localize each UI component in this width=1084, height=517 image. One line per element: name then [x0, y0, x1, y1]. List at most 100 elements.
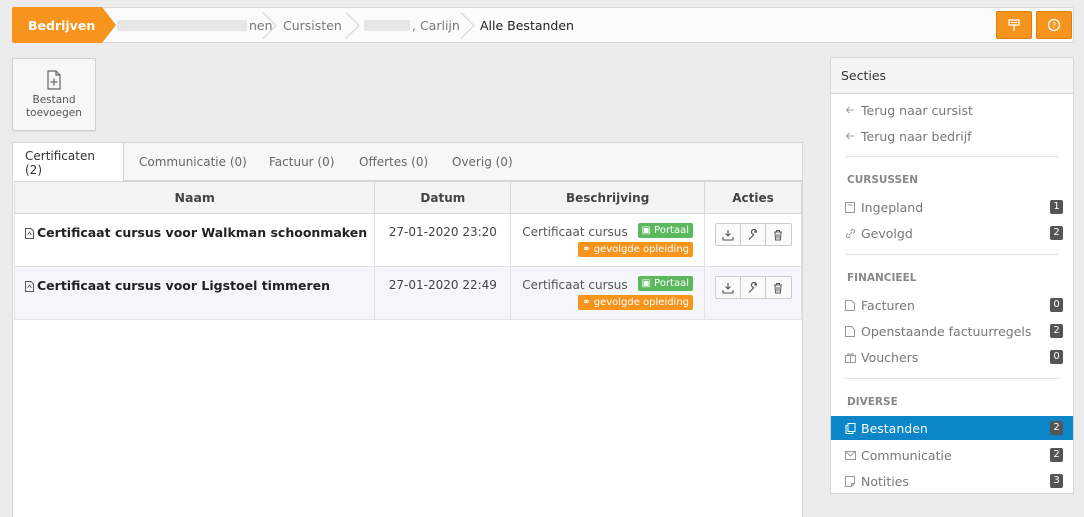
arrow-left-icon — [845, 105, 859, 115]
sidebar-item-label: Bestanden — [861, 420, 928, 436]
breadcrumb-bedrijven[interactable]: Bedrijven — [12, 7, 116, 43]
trash-icon — [774, 229, 782, 240]
copy-files-icon — [845, 422, 859, 434]
pdf-file-icon — [25, 280, 34, 295]
download-icon — [721, 282, 734, 294]
sidebar-item-label: Communicatie — [861, 447, 952, 463]
tab-bar: Certificaten (2) Communicatie (0) Factuu… — [13, 143, 802, 182]
followed-course-badge-label: gevolgde opleiding — [593, 297, 690, 308]
count-badge: 2 — [1050, 226, 1063, 240]
sidebar-item-facturen[interactable]: Facturen 0 — [831, 293, 1073, 317]
actions-cell — [704, 213, 802, 267]
help-icon: ? — [1047, 18, 1061, 32]
sidebar-item-label: Facturen — [861, 297, 915, 313]
svg-text:?: ? — [1052, 21, 1056, 30]
divider — [845, 156, 1059, 157]
files-panel: Certificaten (2) Communicatie (0) Factuu… — [12, 142, 803, 517]
tab-overig[interactable]: Overig (0) — [440, 143, 525, 181]
followed-course-badge[interactable]: ⚭ gevolgde opleiding — [578, 242, 694, 257]
file-description-cell: Certificaat cursus ▣ Portaal ⚭ gevolgde … — [510, 213, 706, 267]
file-plus-icon — [13, 70, 95, 90]
tab-certificaten[interactable]: Certificaten (2) — [13, 143, 124, 182]
sidebar-item-ingepland[interactable]: Ingepland 1 — [831, 195, 1073, 219]
sidebar-item-bestanden[interactable]: Bestanden 2 — [831, 416, 1073, 440]
portal-badge: ▣ Portaal — [637, 276, 694, 291]
arrow-left-icon — [845, 131, 859, 141]
signpost-button[interactable] — [996, 11, 1032, 39]
document-icon — [845, 325, 859, 337]
breadcrumb-company[interactable]: nen — [117, 8, 273, 42]
sidebar-item-label: Gevolgd — [861, 225, 913, 241]
divider — [845, 254, 1059, 255]
count-badge: 2 — [1050, 324, 1063, 338]
file-name-cell[interactable]: Certificaat cursus voor Ligstoel timmere… — [13, 266, 376, 320]
file-date: 27-01-2020 23:20 — [374, 213, 512, 267]
tab-factuur[interactable]: Factuur (0) — [257, 143, 346, 181]
sidebar-link-label: Terug naar bedrijf — [861, 128, 972, 144]
sidebar-item-label: Vouchers — [861, 349, 919, 365]
download-icon — [721, 229, 734, 241]
redacted-text — [117, 19, 247, 31]
add-file-button[interactable]: Bestand toevoegen — [12, 58, 96, 131]
sidebar-item-notities[interactable]: Notities 3 — [831, 469, 1073, 493]
pdf-file-icon — [25, 227, 34, 242]
edit-button[interactable] — [741, 277, 766, 298]
breadcrumb-separator — [263, 8, 281, 42]
document-icon — [845, 299, 859, 311]
breadcrumb-cursisten[interactable]: Cursisten — [283, 8, 342, 42]
column-header-datum[interactable]: Datum — [374, 181, 512, 214]
redacted-text — [364, 19, 410, 31]
count-badge: 2 — [1050, 421, 1063, 435]
section-heading-diverse: DIVERSE — [847, 396, 898, 408]
count-badge: 3 — [1050, 474, 1063, 488]
divider — [845, 378, 1059, 379]
download-button[interactable] — [716, 277, 741, 298]
sidebar-link-back-company[interactable]: Terug naar bedrijf — [831, 124, 1073, 148]
file-name[interactable]: Certificaat cursus voor Ligstoel timmere… — [37, 278, 330, 293]
breadcrumb-student[interactable]: , Carlijn — [364, 8, 460, 42]
sidebar-item-communicatie[interactable]: Communicatie 2 — [831, 443, 1073, 467]
count-badge: 0 — [1050, 298, 1063, 312]
column-header-acties: Acties — [704, 181, 802, 214]
file-name[interactable]: Certificaat cursus voor Walkman schoonma… — [37, 225, 367, 240]
column-header-naam[interactable]: Naam — [13, 181, 376, 214]
table-header-row: Naam Datum Beschrijving Acties — [13, 181, 802, 214]
add-file-label-line1: Bestand — [32, 94, 76, 106]
delete-button[interactable] — [766, 277, 791, 298]
breadcrumb-student-label: , Carlijn — [412, 17, 460, 33]
sidebar-item-openstaande-factuurregels[interactable]: Openstaande factuurregels 2 — [831, 319, 1073, 343]
file-description: Certificaat cursus — [522, 225, 628, 239]
signpost-icon — [1008, 19, 1020, 31]
add-file-label-line2: toevoegen — [26, 107, 82, 119]
note-icon — [845, 475, 859, 487]
count-badge: 1 — [1050, 200, 1063, 214]
section-heading-financieel: FINANCIEEL — [847, 272, 917, 284]
file-name-cell[interactable]: Certificaat cursus voor Walkman schoonma… — [13, 213, 376, 267]
breadcrumb-separator — [346, 8, 364, 42]
column-header-beschrijving[interactable]: Beschrijving — [510, 181, 706, 214]
action-button-group — [714, 223, 792, 246]
edit-button[interactable] — [741, 224, 766, 245]
tab-communicatie[interactable]: Communicatie (0) — [127, 143, 259, 181]
sidebar-link-back-student[interactable]: Terug naar cursist — [831, 98, 1073, 122]
file-date: 27-01-2020 22:49 — [374, 266, 512, 320]
file-description: Certificaat cursus — [522, 278, 628, 292]
tab-offertes[interactable]: Offertes (0) — [347, 143, 440, 181]
portal-badge: ▣ Portaal — [637, 223, 694, 238]
breadcrumb-current: Alle Bestanden — [480, 17, 574, 33]
delete-button[interactable] — [766, 224, 791, 245]
files-table: Naam Datum Beschrijving Acties Certifica… — [13, 181, 802, 320]
table-row: Certificaat cursus voor Walkman schoonma… — [13, 213, 802, 267]
sidebar-item-vouchers[interactable]: Vouchers 0 — [831, 345, 1073, 369]
gift-icon — [845, 352, 859, 363]
help-button[interactable]: ? — [1036, 11, 1072, 39]
sidebar-item-label: Openstaande factuurregels — [861, 323, 1032, 339]
wrench-icon — [748, 228, 757, 240]
breadcrumb: Bedrijven nen Cursisten , Carlijn Alle B… — [12, 7, 1074, 43]
breadcrumb-separator — [461, 8, 479, 42]
file-description-cell: Certificaat cursus ▣ Portaal ⚭ gevolgde … — [510, 266, 706, 320]
sidebar-item-label: Notities — [861, 473, 909, 489]
download-button[interactable] — [716, 224, 741, 245]
sidebar-item-gevolgd[interactable]: Gevolgd 2 — [831, 221, 1073, 245]
followed-course-badge[interactable]: ⚭ gevolgde opleiding — [578, 295, 694, 310]
